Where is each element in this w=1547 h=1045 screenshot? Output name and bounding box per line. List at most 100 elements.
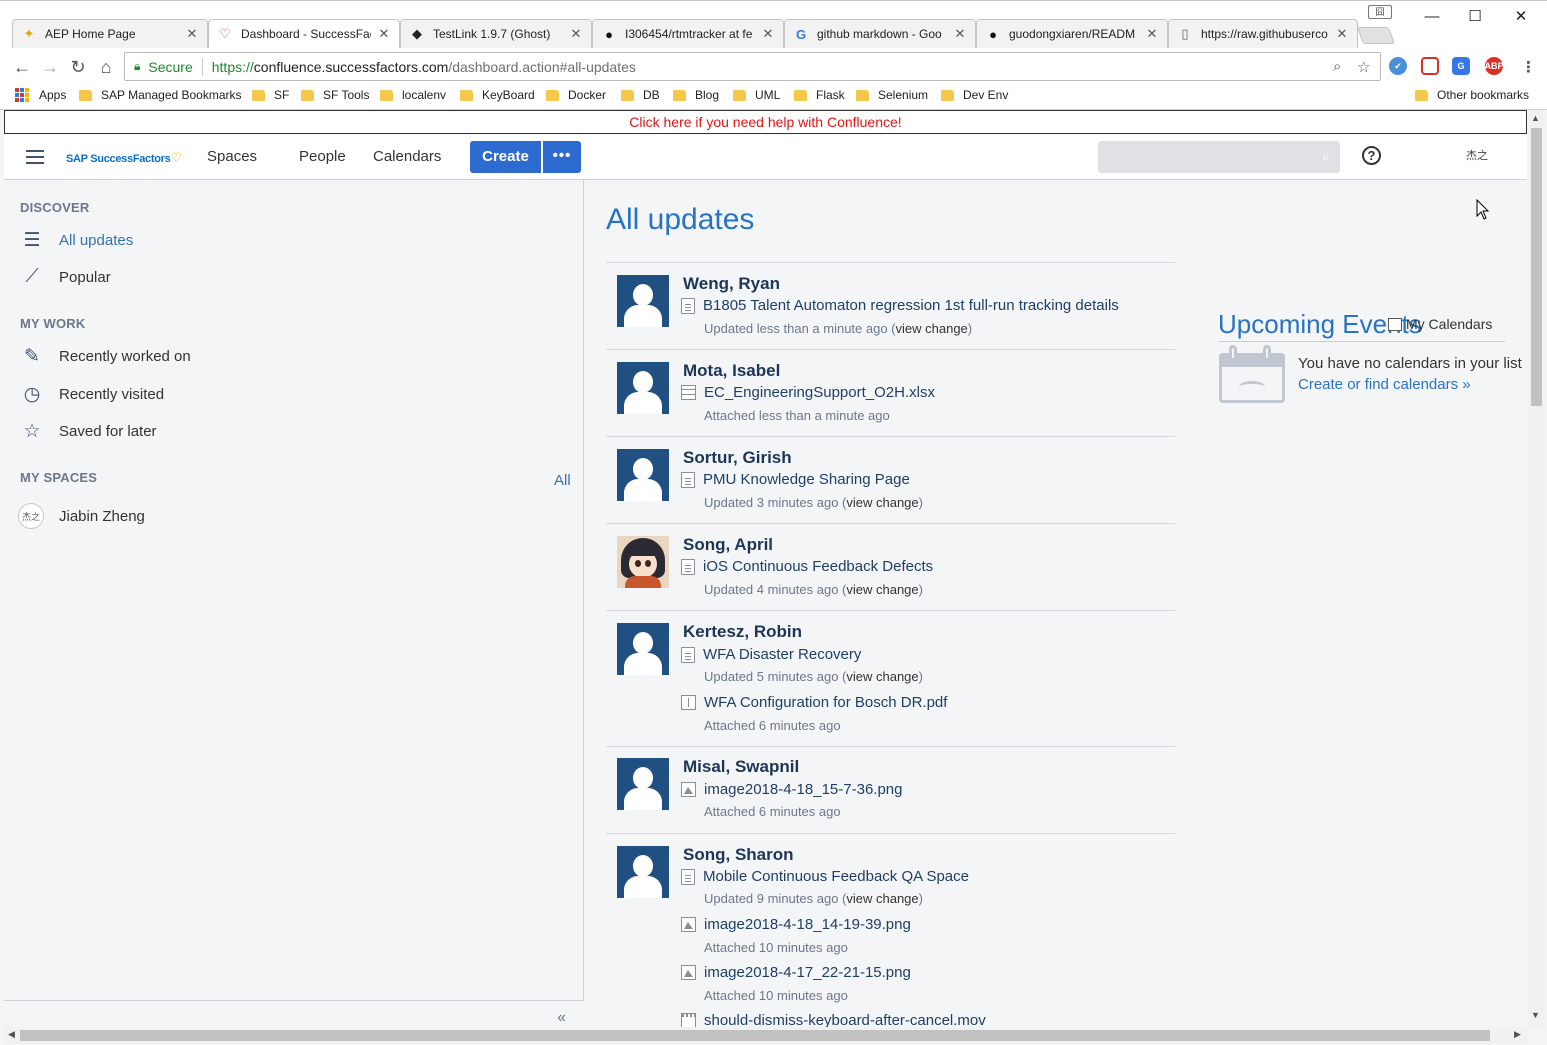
create-more-button[interactable]: •••: [542, 141, 581, 173]
close-tab-icon[interactable]: ✕: [185, 26, 199, 42]
scroll-right-icon[interactable]: ▶: [1514, 1029, 1521, 1040]
bookmark-folder[interactable]: Flask: [794, 88, 845, 102]
bookmark-star-icon[interactable]: ☆: [1357, 58, 1370, 76]
update-title[interactable]: EC_EngineeringSupport_O2H.xlsx: [681, 384, 935, 401]
all-spaces-link[interactable]: All: [554, 472, 571, 489]
bookmark-apps[interactable]: Apps: [15, 88, 66, 102]
view-change-link[interactable]: view change: [846, 495, 918, 510]
close-tab-icon[interactable]: ✕: [1145, 26, 1159, 42]
update-title[interactable]: PMU Knowledge Sharing Page: [681, 471, 910, 488]
address-bar[interactable]: 🔒︎ Secure https://confluence.successfact…: [124, 52, 1381, 81]
sidebar-item-space[interactable]: 杰之 Jiabin Zheng: [18, 503, 145, 529]
bookmark-folder[interactable]: KeyBoard: [460, 88, 535, 102]
nav-people[interactable]: People: [299, 148, 346, 165]
menu-dots-icon[interactable]: ⋮: [1521, 58, 1536, 76]
tab-dashboard[interactable]: ♡ Dashboard - SuccessFact ✕: [208, 19, 400, 48]
update-title[interactable]: WFA Disaster Recovery: [681, 646, 861, 663]
view-change-link[interactable]: view change: [846, 891, 918, 906]
avatar[interactable]: [617, 275, 669, 327]
author-name[interactable]: Kertesz, Robin: [683, 622, 802, 642]
back-button[interactable]: ←: [9, 55, 35, 79]
zoom-icon[interactable]: ⌕: [1333, 58, 1341, 75]
bookmark-folder[interactable]: Docker: [546, 88, 606, 102]
scroll-up-icon[interactable]: ▲: [1531, 113, 1540, 123]
view-change-link[interactable]: view change: [896, 321, 968, 336]
bookmark-folder[interactable]: SF: [252, 88, 289, 102]
forward-button[interactable]: →: [37, 55, 63, 79]
update-title[interactable]: iOS Continuous Feedback Defects: [681, 558, 933, 575]
search-input[interactable]: ⌕: [1098, 141, 1340, 173]
author-name[interactable]: Song, April: [683, 535, 773, 555]
update-title[interactable]: image2018-4-18_14-19-39.png: [681, 916, 911, 933]
author-name[interactable]: Mota, Isabel: [683, 361, 780, 381]
create-button[interactable]: Create: [470, 141, 541, 173]
avatar[interactable]: [617, 536, 669, 588]
help-icon[interactable]: ?: [1362, 146, 1381, 165]
avatar[interactable]: [617, 623, 669, 675]
home-button[interactable]: ⌂: [93, 55, 119, 79]
bookmark-folder[interactable]: DB: [621, 88, 660, 102]
nav-calendars[interactable]: Calendars: [373, 148, 441, 165]
close-tab-icon[interactable]: ✕: [953, 26, 967, 42]
adblock-icon[interactable]: ABP: [1485, 57, 1504, 75]
tab-aep-home[interactable]: ✦ AEP Home Page ✕: [12, 19, 208, 48]
horizontal-scrollbar[interactable]: ◀ ▶: [4, 1027, 1528, 1044]
vertical-scrollbar[interactable]: ▲ ▼: [1528, 110, 1545, 1030]
tab-google-search[interactable]: G github markdown - Goo ✕: [784, 19, 976, 48]
close-tab-icon[interactable]: ✕: [761, 26, 775, 42]
my-calendars-link[interactable]: My Calendars: [1388, 316, 1492, 332]
tab-testlink[interactable]: ◆ TestLink 1.9.7 (Ghost) ✕: [400, 19, 592, 48]
collapse-sidebar-icon[interactable]: «: [557, 1009, 566, 1027]
reload-button[interactable]: ↻: [65, 55, 91, 79]
other-bookmarks[interactable]: Other bookmarks: [1415, 88, 1529, 102]
sidebar-item-recently-worked-on[interactable]: ✎ Recently worked on: [20, 345, 191, 367]
avatar[interactable]: [617, 846, 669, 898]
profile-badge[interactable]: 囧: [1368, 5, 1392, 19]
extension-chrome-icon[interactable]: [1421, 57, 1439, 75]
close-tab-icon[interactable]: ✕: [569, 26, 583, 42]
scrollbar-thumb[interactable]: [1531, 128, 1542, 406]
bookmark-folder[interactable]: Selenium: [856, 88, 928, 102]
author-name[interactable]: Weng, Ryan: [683, 274, 780, 294]
close-tab-icon[interactable]: ✕: [377, 26, 391, 42]
bookmark-folder[interactable]: UML: [733, 88, 780, 102]
scroll-down-icon[interactable]: ▼: [1531, 1010, 1540, 1020]
bookmark-folder[interactable]: Dev Env: [941, 88, 1008, 102]
view-change-link[interactable]: view change: [846, 669, 918, 684]
avatar[interactable]: [617, 362, 669, 414]
close-window-button[interactable]: ✕: [1498, 3, 1544, 29]
nav-spaces[interactable]: Spaces: [207, 148, 257, 165]
author-name[interactable]: Song, Sharon: [683, 845, 794, 865]
author-name[interactable]: Misal, Swapnil: [683, 757, 799, 777]
author-name[interactable]: Sortur, Girish: [683, 448, 792, 468]
create-find-calendars-link[interactable]: Create or find calendars »: [1298, 376, 1471, 393]
sidebar-item-saved-for-later[interactable]: ☆ Saved for later: [20, 420, 156, 442]
extension-translate-icon[interactable]: G: [1452, 57, 1470, 75]
menu-icon[interactable]: [26, 150, 44, 164]
minimize-button[interactable]: —: [1409, 3, 1455, 29]
sidebar-item-popular[interactable]: ⟋ Popular: [20, 266, 110, 288]
update-title[interactable]: Mobile Continuous Feedback QA Space: [681, 868, 969, 885]
sap-successfactors-logo[interactable]: SAP SuccessFactors♡: [66, 150, 182, 166]
scrollbar-thumb[interactable]: [20, 1030, 1490, 1041]
scroll-left-icon[interactable]: ◀: [8, 1029, 15, 1040]
new-tab-button[interactable]: [1356, 27, 1396, 44]
maximize-button[interactable]: ☐: [1452, 3, 1498, 29]
sidebar-item-all-updates[interactable]: ☰ All updates: [20, 229, 133, 251]
view-change-link[interactable]: view change: [846, 582, 918, 597]
tab-github-rtmtracker[interactable]: ● I306454/rtmtracker at fe ✕: [592, 19, 784, 48]
avatar[interactable]: [617, 449, 669, 501]
update-title[interactable]: image2018-4-17_22-21-15.png: [681, 964, 911, 981]
bookmark-folder[interactable]: localenv: [380, 88, 446, 102]
sidebar-item-recently-visited[interactable]: ◷ Recently visited: [20, 383, 164, 405]
tab-github-readme[interactable]: ● guodongxiaren/READM ✕: [976, 19, 1168, 48]
update-title[interactable]: WFA Configuration for Bosch DR.pdf: [681, 694, 947, 711]
bookmark-folder[interactable]: SF Tools: [301, 88, 369, 102]
tab-raw-github[interactable]: ▯ https://raw.githubuserco ✕: [1168, 19, 1358, 48]
update-title[interactable]: image2018-4-18_15-7-36.png: [681, 781, 902, 798]
avatar[interactable]: [617, 758, 669, 810]
close-tab-icon[interactable]: ✕: [1335, 26, 1349, 42]
bookmark-folder[interactable]: Blog: [673, 88, 719, 102]
update-title[interactable]: B1805 Talent Automaton regression 1st fu…: [681, 297, 1119, 314]
user-avatar[interactable]: 杰之: [1466, 147, 1488, 163]
